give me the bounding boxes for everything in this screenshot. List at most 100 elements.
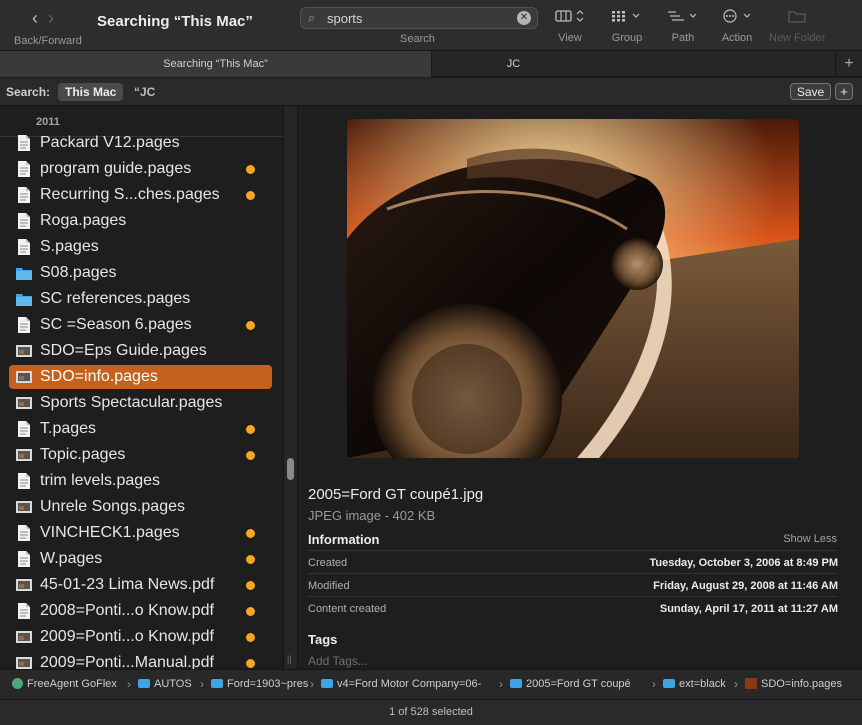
document-icon (15, 420, 33, 438)
tab-jc[interactable]: JC (431, 51, 595, 77)
file-name: SC references.pages (40, 290, 191, 307)
list-item[interactable]: Unrele Songs.pages (9, 495, 272, 519)
document-icon (15, 186, 33, 204)
thumbnail-icon (15, 628, 33, 646)
file-name: Packard V12.pages (40, 134, 180, 151)
document-icon (15, 212, 33, 230)
new-folder-icon (769, 9, 825, 27)
thumbnail-icon (15, 394, 33, 412)
path-button[interactable]: Path (666, 9, 700, 44)
search-label: Search (400, 33, 435, 45)
list-item[interactable]: SC references.pages (9, 287, 272, 311)
tags-heading: Tags (308, 632, 338, 647)
path-crumb[interactable]: AUTOS (138, 678, 192, 690)
list-item[interactable]: SDO=Eps Guide.pages (9, 339, 272, 363)
info-value: Friday, August 29, 2008 at 11:46 AM (653, 580, 838, 592)
chevron-right-icon: › (127, 677, 131, 691)
orange-tag-dot (246, 659, 255, 668)
path-crumb-label: Ford=1903~pres (227, 678, 309, 690)
search-input-value[interactable]: sports (327, 11, 362, 26)
new-folder-button[interactable]: New Folder (769, 9, 825, 44)
path-crumb[interactable]: Ford=1903~pres (211, 678, 308, 690)
info-key: Content created (308, 603, 387, 615)
back-forward-control[interactable]: ‹› Back/Forward (14, 8, 94, 47)
pane-splitter[interactable]: || (283, 106, 298, 669)
list-item[interactable]: 45-01-23 Lima News.pdf (9, 573, 272, 597)
file-name: 2008=Ponti...o Know.pdf (40, 602, 214, 619)
list-item[interactable]: VINCHECK1.pages (9, 521, 272, 545)
scope-this-mac-button[interactable]: This Mac (58, 83, 124, 101)
list-item[interactable]: 2009=Ponti...Manual.pdf (9, 651, 272, 669)
path-crumb[interactable]: SDO=info.pages (745, 678, 842, 690)
new-tab-button[interactable]: + (835, 51, 862, 77)
info-value: Tuesday, October 3, 2006 at 8:49 PM (649, 557, 838, 569)
list-item[interactable]: T.pages (9, 417, 272, 441)
search-scope-bar: Search: This Mac “JC Save + (0, 78, 862, 106)
path-crumb[interactable]: 2005=Ford GT coupé (510, 678, 631, 690)
list-item[interactable]: SC =Season 6.pages (9, 313, 272, 337)
search-icon: ⌕ (308, 10, 316, 25)
chevron-right-icon: › (499, 677, 503, 691)
info-key: Created (308, 557, 348, 569)
orange-tag-dot (246, 633, 255, 642)
file-name: Unrele Songs.pages (40, 498, 185, 515)
action-button[interactable]: Action (720, 9, 754, 44)
file-icon (745, 678, 757, 689)
file-name: Recurring S...ches.pages (40, 186, 220, 203)
file-list: 2011 Packard V12.pages program guide.page… (0, 106, 283, 669)
list-item[interactable]: trim levels.pages (9, 469, 272, 493)
document-icon (15, 316, 33, 334)
clear-search-icon[interactable]: ✕ (517, 11, 531, 25)
thumbnail-icon (15, 446, 33, 464)
path-crumb-label: 2005=Ford GT coupé (526, 678, 631, 690)
list-item[interactable]: S.pages (9, 235, 272, 259)
back-forward-label: Back/Forward (14, 35, 82, 47)
list-item[interactable]: SDO=info.pages (9, 365, 272, 389)
folder-icon (211, 679, 223, 688)
group-header: 2011 (36, 116, 60, 128)
view-button[interactable]: View (555, 9, 585, 44)
list-item[interactable]: Recurring S...ches.pages (9, 183, 272, 207)
group-button[interactable]: Group (610, 9, 644, 44)
list-item[interactable]: Topic.pages (9, 443, 272, 467)
chevron-right-icon: › (652, 677, 656, 691)
path-crumb[interactable]: ext=black (663, 678, 726, 690)
list-scrollbar-thumb[interactable] (287, 458, 294, 480)
list-item[interactable]: program guide.pages (9, 157, 272, 181)
action-label: Action (721, 32, 753, 44)
orange-tag-dot (246, 451, 255, 460)
path-crumb[interactable]: v4=Ford Motor Company=06- (321, 678, 481, 690)
save-search-button[interactable]: Save (790, 83, 831, 100)
document-icon (15, 472, 33, 490)
add-criteria-button[interactable]: + (835, 83, 853, 100)
back-arrow-icon[interactable]: ‹ (32, 8, 48, 28)
list-item[interactable]: W.pages (9, 547, 272, 571)
list-item[interactable]: Roga.pages (9, 209, 272, 233)
document-icon (15, 238, 33, 256)
list-item[interactable]: 2008=Ponti...o Know.pdf (9, 599, 272, 623)
list-item[interactable]: S08.pages (9, 261, 272, 285)
list-item[interactable]: 2009=Ponti...o Know.pdf (9, 625, 272, 649)
splitter-grip-icon[interactable]: || (287, 654, 292, 664)
tab-searching-this-mac[interactable]: Searching “This Mac” (0, 51, 431, 77)
list-item[interactable]: Sports Spectacular.pages (9, 391, 272, 415)
file-name: SDO=info.pages (40, 368, 158, 385)
folder-icon (321, 679, 333, 688)
orange-tag-dot (246, 191, 255, 200)
folder-icon (15, 290, 33, 308)
window-title: Searching “This Mac” (97, 13, 253, 30)
chevron-right-icon: › (734, 677, 738, 691)
add-tags-input[interactable]: Add Tags... (308, 654, 368, 668)
thumbnail-icon (15, 368, 33, 386)
path-crumb[interactable]: FreeAgent GoFlex (12, 678, 117, 690)
document-icon (15, 602, 33, 620)
info-row-created: Created Tuesday, October 3, 2006 at 8:49… (308, 550, 838, 574)
list-item[interactable]: Packard V12.pages (9, 131, 272, 155)
document-icon (15, 134, 33, 152)
file-name: S.pages (40, 238, 99, 255)
search-field[interactable]: ⌕ sports ✕ (300, 7, 538, 29)
show-less-link[interactable]: Show Less (783, 533, 837, 545)
file-name: Topic.pages (40, 446, 126, 463)
scope-jc-button[interactable]: “JC (134, 85, 155, 99)
forward-arrow-icon[interactable]: › (48, 8, 64, 28)
